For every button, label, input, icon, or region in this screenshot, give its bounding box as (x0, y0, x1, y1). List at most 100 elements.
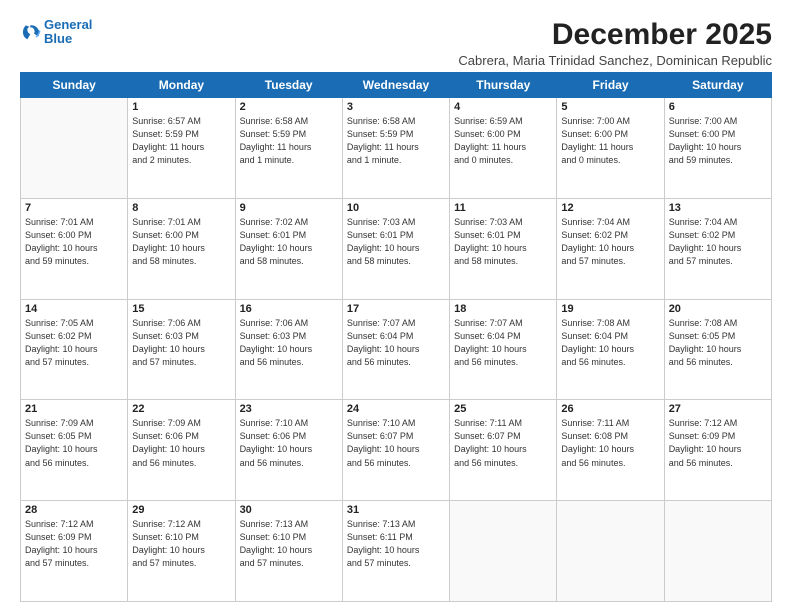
day-number: 22 (132, 403, 230, 415)
day-cell: 14 Sunrise: 7:05 AMSunset: 6:02 PMDayligh… (21, 299, 128, 400)
day-cell: 13 Sunrise: 7:04 AMSunset: 6:02 PMDayligh… (664, 198, 771, 299)
day-info: Sunrise: 7:03 AMSunset: 6:01 PMDaylight:… (347, 216, 445, 268)
day-cell: 15 Sunrise: 7:06 AMSunset: 6:03 PMDayligh… (128, 299, 235, 400)
day-info: Sunrise: 7:12 AMSunset: 6:10 PMDaylight:… (132, 518, 230, 570)
day-info: Sunrise: 7:01 AMSunset: 6:00 PMDaylight:… (132, 216, 230, 268)
day-cell: 28 Sunrise: 7:12 AMSunset: 6:09 PMDayligh… (21, 501, 128, 602)
day-info: Sunrise: 7:08 AMSunset: 6:05 PMDaylight:… (669, 317, 767, 369)
day-cell: 29 Sunrise: 7:12 AMSunset: 6:10 PMDayligh… (128, 501, 235, 602)
header-friday: Friday (557, 73, 664, 98)
day-info: Sunrise: 6:58 AMSunset: 5:59 PMDaylight:… (240, 115, 338, 167)
day-cell: 30 Sunrise: 7:13 AMSunset: 6:10 PMDayligh… (235, 501, 342, 602)
day-info: Sunrise: 7:12 AMSunset: 6:09 PMDaylight:… (669, 417, 767, 469)
day-cell: 19 Sunrise: 7:08 AMSunset: 6:04 PMDayligh… (557, 299, 664, 400)
day-number: 27 (669, 403, 767, 415)
header-saturday: Saturday (664, 73, 771, 98)
day-number: 21 (25, 403, 123, 415)
day-info: Sunrise: 7:13 AMSunset: 6:11 PMDaylight:… (347, 518, 445, 570)
day-info: Sunrise: 7:01 AMSunset: 6:00 PMDaylight:… (25, 216, 123, 268)
day-cell: 9Sunrise: 7:02 AMSunset: 6:01 PMDaylight… (235, 198, 342, 299)
main-title: December 2025 (458, 18, 772, 51)
day-number: 13 (669, 202, 767, 214)
day-info: Sunrise: 7:11 AMSunset: 6:08 PMDaylight:… (561, 417, 659, 469)
day-number: 28 (25, 504, 123, 516)
day-cell: 31 Sunrise: 7:13 AMSunset: 6:11 PMDayligh… (342, 501, 449, 602)
day-info: Sunrise: 7:07 AMSunset: 6:04 PMDaylight:… (454, 317, 552, 369)
day-cell: 5Sunrise: 7:00 AMSunset: 6:00 PMDaylight… (557, 98, 664, 199)
day-cell: 10 Sunrise: 7:03 AMSunset: 6:01 PMDayligh… (342, 198, 449, 299)
calendar-body: 1Sunrise: 6:57 AMSunset: 5:59 PMDaylight… (21, 98, 772, 602)
day-info: Sunrise: 6:59 AMSunset: 6:00 PMDaylight:… (454, 115, 552, 167)
day-number: 24 (347, 403, 445, 415)
day-number: 6 (669, 101, 767, 113)
logo-line2: Blue (44, 31, 72, 46)
day-number: 8 (132, 202, 230, 214)
day-number: 26 (561, 403, 659, 415)
day-info: Sunrise: 7:04 AMSunset: 6:02 PMDaylight:… (561, 216, 659, 268)
week-row-1: 7 Sunrise: 7:01 AMSunset: 6:00 PMDaylight… (21, 198, 772, 299)
day-info: Sunrise: 7:09 AMSunset: 6:06 PMDaylight:… (132, 417, 230, 469)
day-cell: 12 Sunrise: 7:04 AMSunset: 6:02 PMDayligh… (557, 198, 664, 299)
day-number: 29 (132, 504, 230, 516)
day-number: 18 (454, 303, 552, 315)
week-row-4: 28 Sunrise: 7:12 AMSunset: 6:09 PMDayligh… (21, 501, 772, 602)
day-cell: 4Sunrise: 6:59 AMSunset: 6:00 PMDaylight… (450, 98, 557, 199)
day-cell: 8 Sunrise: 7:01 AMSunset: 6:00 PMDaylight… (128, 198, 235, 299)
logo-text: General Blue (44, 18, 92, 47)
day-cell: 25 Sunrise: 7:11 AMSunset: 6:07 PMDayligh… (450, 400, 557, 501)
day-info: Sunrise: 7:11 AMSunset: 6:07 PMDaylight:… (454, 417, 552, 469)
day-info: Sunrise: 7:09 AMSunset: 6:05 PMDaylight:… (25, 417, 123, 469)
header-wednesday: Wednesday (342, 73, 449, 98)
day-number: 3 (347, 101, 445, 113)
page: General Blue December 2025 Cabrera, Mari… (0, 0, 792, 612)
day-info: Sunrise: 7:03 AMSunset: 6:01 PMDaylight:… (454, 216, 552, 268)
day-number: 19 (561, 303, 659, 315)
logo: General Blue (20, 18, 92, 47)
day-info: Sunrise: 7:10 AMSunset: 6:07 PMDaylight:… (347, 417, 445, 469)
day-info: Sunrise: 7:13 AMSunset: 6:10 PMDaylight:… (240, 518, 338, 570)
day-info: Sunrise: 7:12 AMSunset: 6:09 PMDaylight:… (25, 518, 123, 570)
day-cell: 23Sunrise: 7:10 AMSunset: 6:06 PMDayligh… (235, 400, 342, 501)
day-number: 31 (347, 504, 445, 516)
day-cell: 27 Sunrise: 7:12 AMSunset: 6:09 PMDayligh… (664, 400, 771, 501)
day-number: 11 (454, 202, 552, 214)
day-cell: 26 Sunrise: 7:11 AMSunset: 6:08 PMDayligh… (557, 400, 664, 501)
day-info: Sunrise: 7:07 AMSunset: 6:04 PMDaylight:… (347, 317, 445, 369)
day-number: 1 (132, 101, 230, 113)
day-info: Sunrise: 7:02 AMSunset: 6:01 PMDaylight:… (240, 216, 338, 268)
day-number: 20 (669, 303, 767, 315)
day-number: 17 (347, 303, 445, 315)
day-number: 7 (25, 202, 123, 214)
day-cell: 2 Sunrise: 6:58 AMSunset: 5:59 PMDaylight… (235, 98, 342, 199)
day-cell: 20 Sunrise: 7:08 AMSunset: 6:05 PMDayligh… (664, 299, 771, 400)
day-number: 14 (25, 303, 123, 315)
day-cell: 21 Sunrise: 7:09 AMSunset: 6:05 PMDayligh… (21, 400, 128, 501)
day-cell: 24 Sunrise: 7:10 AMSunset: 6:07 PMDayligh… (342, 400, 449, 501)
calendar: SundayMondayTuesdayWednesdayThursdayFrid… (20, 72, 772, 602)
header-monday: Monday (128, 73, 235, 98)
week-row-3: 21 Sunrise: 7:09 AMSunset: 6:05 PMDayligh… (21, 400, 772, 501)
day-number: 12 (561, 202, 659, 214)
day-cell: 7 Sunrise: 7:01 AMSunset: 6:00 PMDaylight… (21, 198, 128, 299)
day-number: 5 (561, 101, 659, 113)
day-info: Sunrise: 7:08 AMSunset: 6:04 PMDaylight:… (561, 317, 659, 369)
day-cell: 6Sunrise: 7:00 AMSunset: 6:00 PMDaylight… (664, 98, 771, 199)
day-cell (557, 501, 664, 602)
header-thursday: Thursday (450, 73, 557, 98)
day-cell: 17 Sunrise: 7:07 AMSunset: 6:04 PMDayligh… (342, 299, 449, 400)
day-info: Sunrise: 7:05 AMSunset: 6:02 PMDaylight:… (25, 317, 123, 369)
header: General Blue December 2025 Cabrera, Mari… (20, 18, 772, 68)
week-row-0: 1Sunrise: 6:57 AMSunset: 5:59 PMDaylight… (21, 98, 772, 199)
day-number: 30 (240, 504, 338, 516)
day-number: 10 (347, 202, 445, 214)
day-number: 2 (240, 101, 338, 113)
day-number: 25 (454, 403, 552, 415)
day-number: 23 (240, 403, 338, 415)
day-info: Sunrise: 7:06 AMSunset: 6:03 PMDaylight:… (132, 317, 230, 369)
day-info: Sunrise: 7:04 AMSunset: 6:02 PMDaylight:… (669, 216, 767, 268)
subtitle: Cabrera, Maria Trinidad Sanchez, Dominic… (458, 53, 772, 68)
day-info: Sunrise: 6:58 AMSunset: 5:59 PMDaylight:… (347, 115, 445, 167)
day-number: 15 (132, 303, 230, 315)
logo-icon (20, 21, 42, 43)
day-cell: 11 Sunrise: 7:03 AMSunset: 6:01 PMDayligh… (450, 198, 557, 299)
